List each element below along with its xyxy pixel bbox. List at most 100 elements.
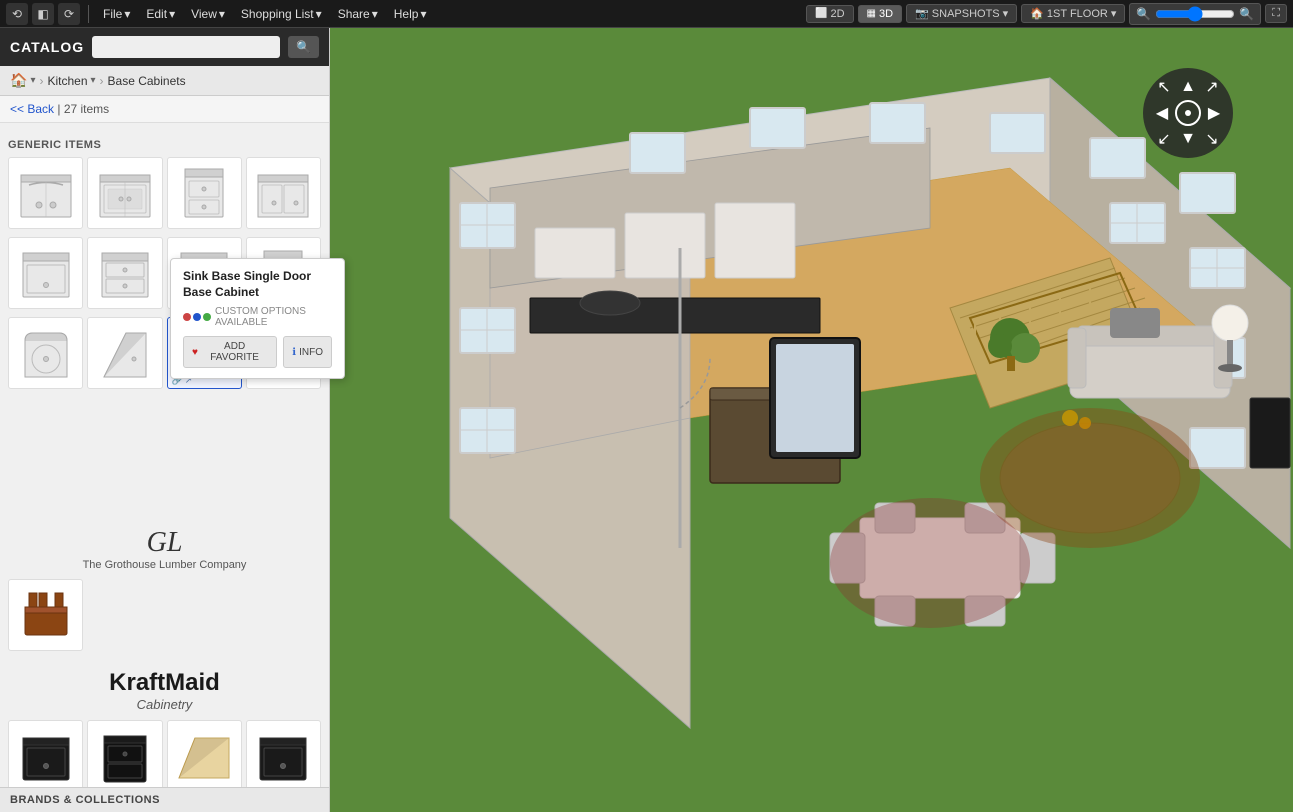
- grothouse-icon-1: [17, 587, 75, 643]
- grothouse-subname: The Grothouse Lumber Company: [8, 559, 321, 571]
- 2d-view-button[interactable]: ⬜ 2D: [806, 5, 854, 23]
- breadcrumb-sep2: ›: [100, 74, 104, 88]
- grothouse-logo[interactable]: GL The Grothouse Lumber Company: [8, 519, 321, 579]
- cabinet-icon-4: [254, 165, 312, 221]
- heart-icon: ♥: [192, 347, 198, 358]
- nav-right[interactable]: ▶: [1203, 102, 1225, 124]
- catalog-item-9[interactable]: [8, 317, 83, 389]
- file-menu[interactable]: File ▾: [97, 5, 136, 23]
- generic-items-title: GENERIC ITEMS: [8, 139, 321, 151]
- tooltip-buttons: ♥ ADD FAVORITE ℹ INFO: [183, 336, 329, 368]
- kraftmaid-name: KraftMaid: [8, 669, 321, 697]
- cabinet-icon-1: [17, 165, 75, 221]
- info-button[interactable]: ℹ INFO: [283, 336, 329, 368]
- cabinet-icon-2: [96, 165, 154, 221]
- kraftmaid-item-4[interactable]: [246, 720, 321, 787]
- breadcrumb-base-cabinets: Base Cabinets: [108, 74, 186, 88]
- nav-down-right[interactable]: ↘: [1201, 128, 1223, 150]
- catalog-content: GENERIC ITEMS: [0, 123, 329, 787]
- save-icon[interactable]: ⟳: [58, 3, 80, 25]
- kraftmaid-icon-4: [254, 728, 312, 784]
- catalog-item-5[interactable]: [8, 237, 83, 309]
- dot-blue: [193, 313, 201, 321]
- kraftmaid-item-1[interactable]: [8, 720, 83, 787]
- item-tooltip: Sink Base Single Door Base Cabinet CUSTO…: [170, 258, 329, 379]
- cabinet-icon-5: [17, 245, 75, 301]
- kraftmaid-items: [8, 720, 321, 787]
- grothouse-item-1[interactable]: [8, 579, 83, 651]
- redo-icon[interactable]: ◧: [32, 3, 54, 25]
- back-link[interactable]: << Back: [10, 102, 54, 116]
- nav-center-dot: [1185, 110, 1191, 116]
- toolbar-right: ⬜ 2D ▦ 3D 📷 SNAPSHOTS ▾ 🏠 1ST FLOOR ▾ 🔍 …: [806, 3, 1287, 25]
- grothouse-name: GL: [8, 527, 321, 559]
- cabinet-icon-3: [175, 165, 233, 221]
- main-layout: CATALOG 🔍 🏠 ▾ › Kitchen ▾ › Base Cabinet…: [0, 28, 1293, 812]
- catalog-item-4[interactable]: [246, 157, 321, 229]
- kraftmaid-icon-3: [175, 728, 233, 784]
- dot-green: [203, 313, 211, 321]
- zoom-in-icon[interactable]: 🔍: [1239, 7, 1254, 21]
- brands-footer: BRANDS & COLLECTIONS: [0, 787, 329, 812]
- search-input[interactable]: [92, 36, 280, 58]
- kraftmaid-icon-2: [96, 728, 154, 784]
- nav-down[interactable]: ▼: [1177, 128, 1199, 150]
- cabinet-icon-10: [96, 325, 154, 381]
- cabinet-icon-9: [17, 325, 75, 381]
- item-grid-row1: [8, 157, 321, 229]
- color-dots: [183, 313, 211, 321]
- floor-button[interactable]: 🏠 1ST FLOOR ▾: [1021, 4, 1125, 23]
- undo-icon[interactable]: ⟲: [6, 3, 28, 25]
- tooltip-title: Sink Base Single Door Base Cabinet: [183, 269, 329, 300]
- nav-up[interactable]: ▲: [1177, 76, 1199, 98]
- item-count: 27 items: [64, 102, 109, 116]
- 3d-view-button[interactable]: ▦ 3D: [858, 5, 903, 23]
- navigation-control[interactable]: ↖ ▲ ↗ ◀ ▶ ↙ ▼ ↘: [1143, 68, 1233, 158]
- dot-red: [183, 313, 191, 321]
- nav-up-left[interactable]: ↖: [1153, 76, 1175, 98]
- custom-options-label: CUSTOM OPTIONS AVAILABLE: [215, 306, 329, 328]
- kraftmaid-item-2[interactable]: [87, 720, 162, 787]
- breadcrumb-sep1: ›: [39, 74, 43, 88]
- fullscreen-button[interactable]: ⛶: [1265, 4, 1287, 23]
- sep1: [88, 5, 89, 23]
- catalog-header: CATALOG 🔍: [0, 28, 329, 66]
- kraftmaid-sub: Cabinetry: [8, 697, 321, 712]
- breadcrumb-home[interactable]: 🏠 ▾: [10, 72, 35, 89]
- kraftmaid-icon-1: [17, 728, 75, 784]
- catalog-item-10[interactable]: [87, 317, 162, 389]
- view-menu[interactable]: View ▾: [185, 5, 231, 23]
- 3d-view-panel[interactable]: ↖ ▲ ↗ ◀ ▶ ↙ ▼ ↘: [330, 28, 1293, 812]
- breadcrumb-kitchen[interactable]: Kitchen ▾: [47, 74, 95, 88]
- nav-left[interactable]: ◀: [1151, 102, 1173, 124]
- catalog-item-6[interactable]: [87, 237, 162, 309]
- nav-row-bottom: ↙ ▼ ↘: [1153, 128, 1223, 150]
- info-icon: ℹ: [292, 347, 296, 358]
- nav-down-left[interactable]: ↙: [1153, 128, 1175, 150]
- shopping-list-menu[interactable]: Shopping List ▾: [235, 5, 328, 23]
- back-bar: << Back | 27 items: [0, 96, 329, 123]
- snapshots-button[interactable]: 📷 SNAPSHOTS ▾: [906, 4, 1017, 23]
- catalog-title: CATALOG: [10, 39, 84, 55]
- catalog-panel: CATALOG 🔍 🏠 ▾ › Kitchen ▾ › Base Cabinet…: [0, 28, 330, 812]
- breadcrumb: 🏠 ▾ › Kitchen ▾ › Base Cabinets: [0, 66, 329, 96]
- help-menu[interactable]: Help ▾: [388, 5, 433, 23]
- zoom-slider[interactable]: [1155, 6, 1235, 22]
- nav-center[interactable]: [1175, 100, 1201, 126]
- zoom-out-icon[interactable]: 🔍: [1136, 7, 1151, 21]
- grothouse-brand-section: GL The Grothouse Lumber Company: [8, 519, 321, 651]
- search-button[interactable]: 🔍: [288, 36, 319, 58]
- catalog-item-2[interactable]: [87, 157, 162, 229]
- catalog-item-3[interactable]: [167, 157, 242, 229]
- nav-up-right[interactable]: ↗: [1201, 76, 1223, 98]
- room-render[interactable]: [330, 28, 1293, 812]
- nav-arrows: ↖ ▲ ↗ ◀ ▶ ↙ ▼ ↘: [1151, 76, 1225, 150]
- catalog-item-1[interactable]: [8, 157, 83, 229]
- share-menu[interactable]: Share ▾: [332, 5, 384, 23]
- edit-menu[interactable]: Edit ▾: [140, 5, 181, 23]
- add-favorite-button[interactable]: ♥ ADD FAVORITE: [183, 336, 277, 368]
- zoom-control: 🔍 🔍: [1129, 3, 1261, 25]
- nav-row-middle: ◀ ▶: [1151, 100, 1225, 126]
- kraftmaid-logo[interactable]: KraftMaid Cabinetry: [8, 661, 321, 720]
- kraftmaid-item-3[interactable]: [167, 720, 242, 787]
